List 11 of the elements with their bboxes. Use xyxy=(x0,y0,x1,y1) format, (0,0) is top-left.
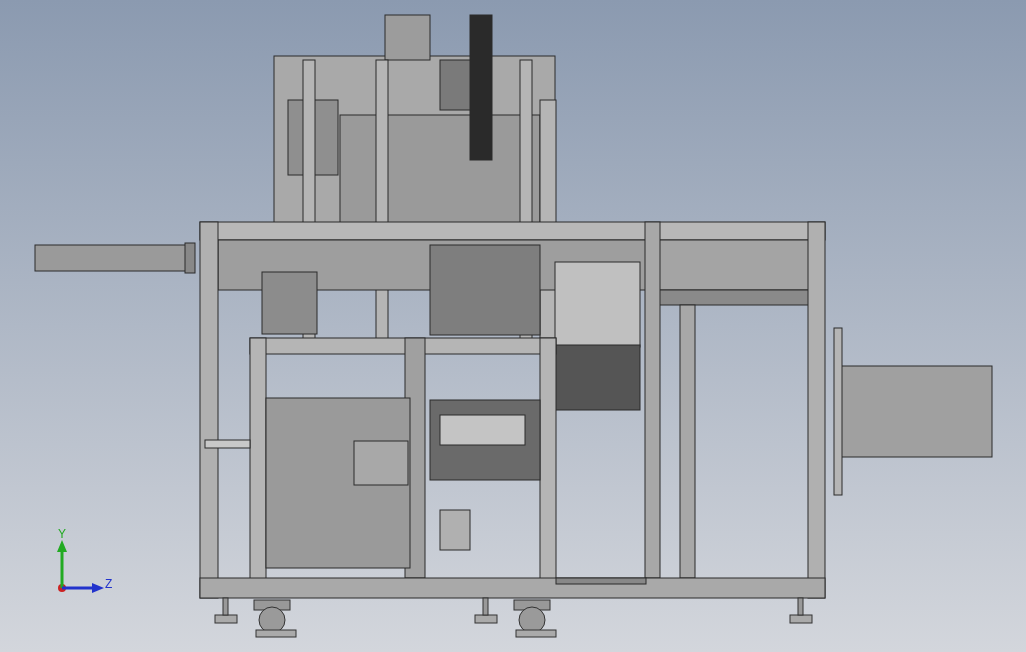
z-axis-arrow-icon xyxy=(62,583,104,593)
caster-wheel-drawing xyxy=(513,599,557,638)
cad-viewport[interactable]: Y Z xyxy=(0,0,1026,652)
y-axis-arrow-icon xyxy=(57,540,67,588)
origin-dot-icon xyxy=(58,584,66,592)
caster-wheel-drawing xyxy=(253,599,297,638)
leveling-foot-drawing xyxy=(789,597,813,624)
leveling-foot-drawing xyxy=(474,597,498,624)
leveling-foot-drawing xyxy=(214,597,238,624)
axis-label: Y xyxy=(58,527,66,541)
axis-label: Z xyxy=(105,577,113,591)
